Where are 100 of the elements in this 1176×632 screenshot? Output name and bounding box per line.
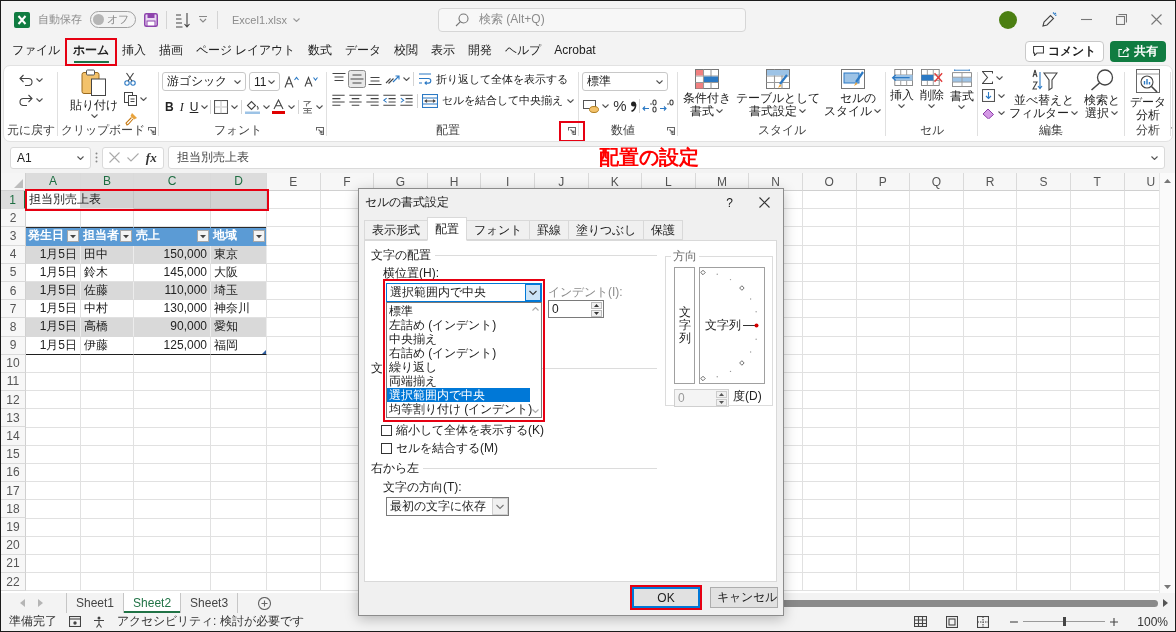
data-analysis-icon[interactable] [1135,69,1160,93]
paintbrush-icon[interactable] [124,112,138,126]
dialog-button[interactable]: キャンセル [710,587,778,608]
currency-icon[interactable] [583,99,600,113]
font-shrink-icon[interactable] [304,76,318,87]
insert-cells-icon[interactable] [890,69,913,86]
zoom-in-icon[interactable] [1110,617,1119,626]
merge-center-button[interactable]: セルを結合して中央揃え [420,92,577,109]
style-gallery-button[interactable]: 条件付き書式 [680,69,733,118]
dialog-launcher-icon[interactable] [568,126,577,135]
menu-tab[interactable]: ページ レイアウト [191,38,301,64]
wrap-text-icon[interactable] [418,72,433,86]
dialog-tab[interactable]: フォント [466,220,530,240]
filter-dropdown-icon[interactable] [197,229,209,242]
align-right-icon[interactable] [364,92,382,109]
caret-icon[interactable] [140,97,147,101]
row-header[interactable]: 19 [1,518,26,537]
caret-icon[interactable] [1111,111,1119,115]
menu-tab[interactable]: ホーム [68,38,114,64]
column-header[interactable]: T [1070,173,1125,191]
column-header[interactable]: E [267,173,321,191]
caret-icon[interactable] [288,104,296,109]
menu-tab[interactable]: 数式 [303,38,338,64]
fill-color-icon[interactable] [245,99,261,114]
zoom-slider-thumb[interactable] [1063,617,1067,626]
column-header[interactable]: N [749,173,803,191]
comma-style-icon[interactable] [629,100,637,112]
phonetic-guide-icon[interactable] [302,99,314,114]
dialog-tab[interactable]: 配置 [427,217,467,241]
normal-view-icon[interactable] [914,616,928,627]
dropdown-option[interactable]: 両端揃え [387,374,530,388]
dropdown-option[interactable]: 繰り返し [387,360,530,374]
menu-tab[interactable]: データ [340,38,387,64]
number-format-select[interactable]: 標準 [582,72,669,91]
avatar-icon[interactable] [999,10,1017,29]
menu-tab[interactable]: ヘルプ [500,38,547,64]
caret-icon[interactable] [403,77,411,81]
caret-icon[interactable] [958,105,966,109]
dropdown-option[interactable]: 右詰め (インデント) [387,346,530,360]
caret-icon[interactable] [36,78,43,82]
spin-down-icon[interactable] [591,309,602,317]
column-header[interactable]: O [802,173,857,191]
style-gallery-button[interactable]: セルのスタイル [822,69,883,118]
page-break-icon[interactable] [977,615,990,628]
caret-icon[interactable] [567,98,575,103]
redo-icon[interactable] [19,94,33,106]
resize-handle-icon[interactable] [262,349,266,354]
dialog-launcher-icon[interactable] [666,126,675,135]
caret-icon[interactable] [997,111,1005,115]
horizontal-align-select[interactable]: 選択範囲内で中央 [386,283,542,302]
sort-filter-icon[interactable] [1031,69,1058,91]
clipboard-icon[interactable] [81,69,107,96]
sheet-tab[interactable]: Sheet2 [123,593,181,613]
caret-icon[interactable] [77,155,84,160]
font-color-icon[interactable] [272,99,286,114]
filter-dropdown-icon[interactable] [67,229,79,242]
menu-tab[interactable]: 表示 [426,38,461,64]
format-cells-icon[interactable] [951,69,972,87]
name-box[interactable]: A1 [10,146,91,169]
data-analysis-button[interactable]: データ分析 [1127,69,1168,122]
caret-icon[interactable] [799,109,807,113]
decrease-indent-icon[interactable] [381,92,399,109]
column-header[interactable]: F [320,173,375,191]
column-header[interactable]: R [963,173,1018,191]
scroll-down-icon[interactable] [1164,585,1171,589]
dialog-tab[interactable]: 表示形式 [364,220,428,240]
row-header[interactable]: 14 [1,427,26,446]
dialog-tab[interactable]: 塗りつぶし [568,220,644,240]
sort-icon[interactable] [175,11,191,28]
copy-icon[interactable] [124,92,137,106]
row-header[interactable]: 8 [1,318,26,337]
accessibility-icon[interactable] [93,615,105,628]
caret-icon[interactable] [263,104,271,109]
spreadsheet-logo-icon[interactable] [14,11,30,28]
macro-record-icon[interactable] [69,616,81,627]
caret-icon[interactable] [36,98,43,102]
caret-icon[interactable] [716,109,724,113]
cells-button[interactable]: 書式 [948,69,975,109]
style-gallery-button[interactable]: テーブルとして書式設定 [733,69,822,118]
sum-icon[interactable] [981,71,993,84]
row-header[interactable]: 13 [1,409,26,428]
wrap-text-button[interactable]: 折り返して全体を表示する [416,70,571,88]
formula-input[interactable]: 担当別売上表 配置の設定 [168,146,1165,169]
decrease-decimal-icon[interactable] [658,99,675,113]
row-header[interactable]: 2 [1,209,26,228]
dialog-tab[interactable]: 罫線 [529,220,569,240]
editing-button[interactable]: 検索と選択 [1081,69,1122,120]
menu-tab[interactable]: 開発 [463,38,498,64]
cells-button[interactable]: 削除 [918,69,945,108]
increase-indent-icon[interactable] [398,92,416,109]
close-icon[interactable] [759,197,770,208]
customize-caret-icon[interactable] [199,16,207,23]
paste-button[interactable]: 貼り付け [69,69,119,118]
add-sheet-icon[interactable] [258,596,272,610]
column-header[interactable]: Q [910,173,964,191]
insert-function-button[interactable]: fx [145,149,157,166]
caret-icon[interactable] [316,104,324,109]
scroll-right-icon[interactable] [1163,599,1168,607]
dialog-tab[interactable]: 保護 [643,220,683,240]
dialog-button[interactable]: OK [632,587,700,608]
